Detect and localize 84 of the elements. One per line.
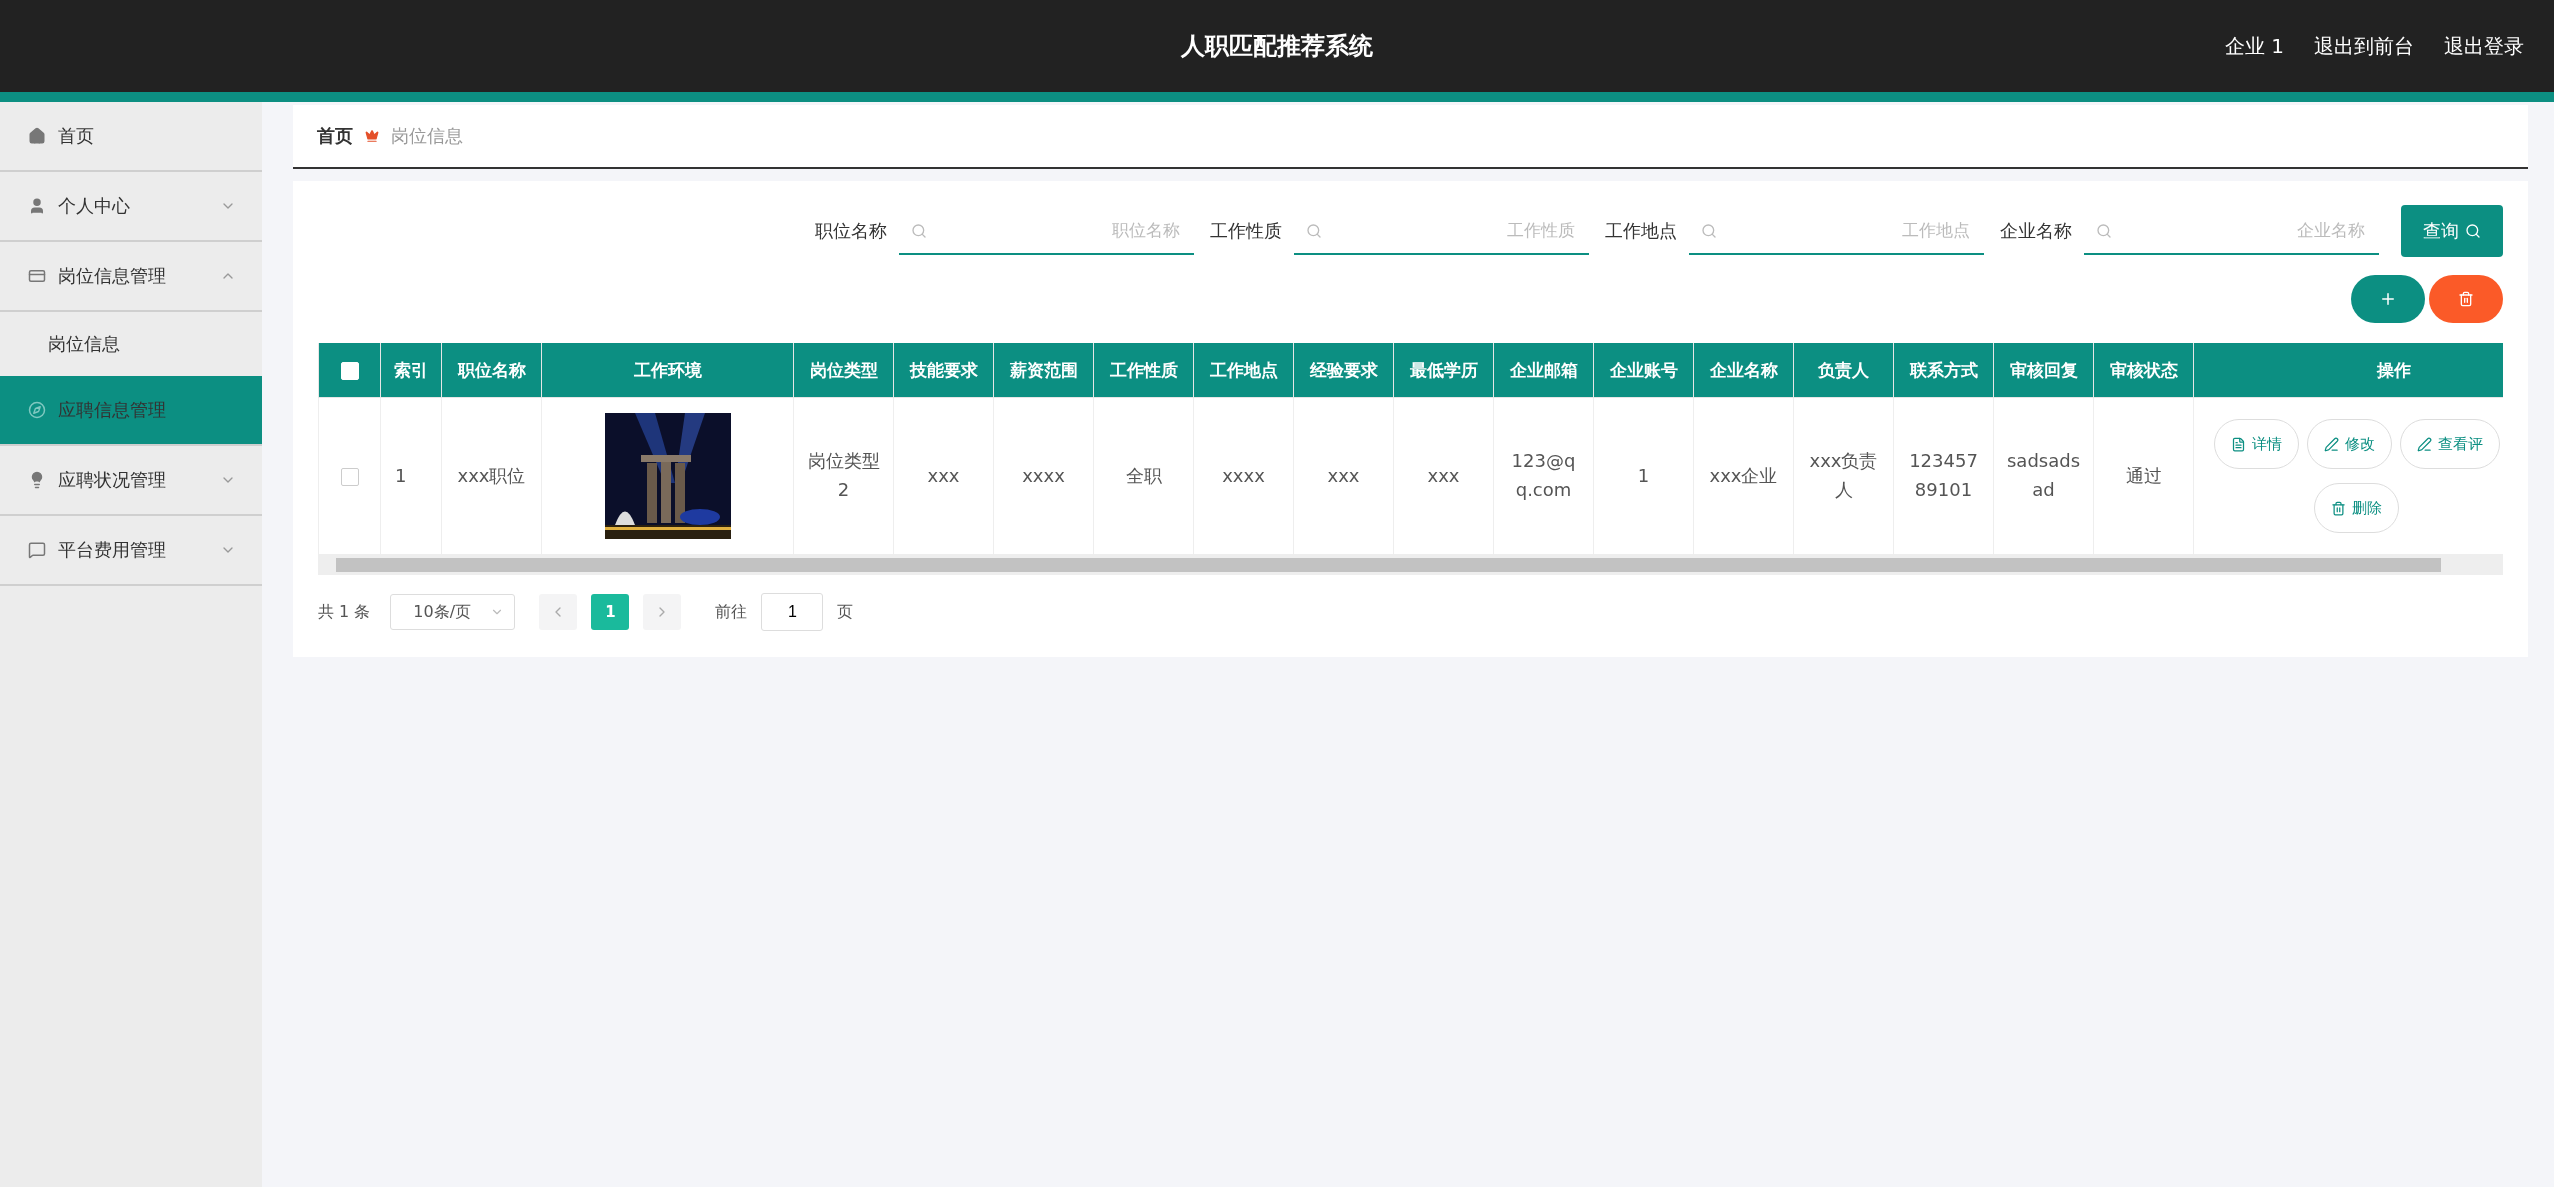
table-cell: xxx企业: [1693, 397, 1794, 555]
review-button[interactable]: 查看评: [2400, 419, 2500, 469]
field-label: 工作地点: [1605, 219, 1677, 243]
prev-page-button[interactable]: [539, 594, 578, 630]
column-header: 索引: [380, 343, 442, 398]
pen-icon: [2324, 436, 2339, 452]
column-header: 企业名称: [1693, 343, 1794, 398]
next-page-button[interactable]: [643, 594, 682, 630]
table-cell: 1: [380, 397, 442, 555]
search-icon: [2465, 223, 2481, 239]
app-title: 人职匹配推荐系统: [1181, 31, 1373, 62]
field-label: 工作性质: [1210, 219, 1282, 243]
table-cell: 12345789101: [1893, 397, 1994, 555]
sidebar-item[interactable]: 个人中心: [0, 172, 262, 242]
breadcrumb-current: 岗位信息: [391, 124, 463, 148]
page-size-select[interactable]: 10条/页: [390, 594, 516, 630]
plus-icon: [2379, 290, 2397, 308]
goto-label: 前往: [715, 601, 748, 623]
pen-icon: [2417, 436, 2432, 452]
column-header: 负责人: [1793, 343, 1894, 398]
home-icon: [28, 127, 46, 145]
column-header: 经验要求: [1293, 343, 1394, 398]
table-cell: xxx: [1393, 397, 1494, 555]
sidebar-item[interactable]: 首页: [0, 102, 262, 172]
trash-icon: [2458, 291, 2474, 307]
breadcrumb-link[interactable]: 首页: [317, 124, 353, 148]
table-cell: xxx: [893, 397, 994, 555]
goto-page-field[interactable]: 1: [761, 593, 824, 631]
search-icon: [911, 223, 927, 239]
column-header: 工作环境: [541, 343, 794, 398]
column-header: 职位名称: [441, 343, 542, 398]
field-label: 企业名称: [2000, 219, 2072, 243]
delete-row-button[interactable]: 删除: [2314, 483, 2399, 533]
table-cell: 1: [1593, 397, 1694, 555]
edit-button[interactable]: 修改: [2307, 419, 2392, 469]
column-header: 审核回复: [1993, 343, 2094, 398]
select-all-checkbox[interactable]: [340, 362, 359, 380]
row-checkbox[interactable]: [340, 467, 359, 486]
column-header: 企业邮箱: [1493, 343, 1594, 398]
column-header: 审核状态: [2093, 343, 2194, 398]
header-link[interactable]: 企业 1: [2224, 32, 2284, 60]
page-unit: 页: [837, 601, 854, 623]
column-header: 工作地点: [1193, 343, 1294, 398]
card-icon: [28, 267, 46, 285]
table-cell: 通过: [2093, 397, 2194, 555]
table-cell: 全职: [1093, 397, 1194, 555]
sidebar-item[interactable]: 岗位信息管理: [0, 242, 262, 312]
column-header: 操作: [2193, 343, 2503, 398]
sidebar-item[interactable]: 平台费用管理: [0, 516, 262, 586]
compass-icon: [28, 401, 46, 419]
field-label: 职位名称: [815, 219, 887, 243]
table-cell: xxxx: [1193, 397, 1294, 555]
column-header: 企业账号: [1593, 343, 1694, 398]
horizontal-scrollbar[interactable]: [318, 555, 2503, 575]
delete-button[interactable]: [2429, 275, 2503, 323]
column-header: 联系方式: [1893, 343, 1994, 398]
trash-icon: [2331, 500, 2346, 516]
table-cell: sadsadsad: [1993, 397, 2094, 555]
column-header: 岗位类型: [793, 343, 894, 398]
search-icon: [2096, 223, 2112, 239]
table-cell: xxx: [1293, 397, 1394, 555]
sidebar-item[interactable]: 应聘状况管理: [0, 446, 262, 516]
user-icon: [28, 197, 46, 215]
table-cell: 123@qq.com: [1493, 397, 1594, 555]
header-link[interactable]: 退出登录: [2444, 32, 2524, 60]
table-cell: xxxx: [993, 397, 1094, 555]
column-header: 薪资范围: [993, 343, 1094, 398]
column-header: 最低学历: [1393, 343, 1494, 398]
table-cell: 岗位类型2: [793, 397, 894, 555]
column-header: 技能要求: [893, 343, 994, 398]
crown-icon: [365, 129, 379, 143]
table-cell: xxx职位: [441, 397, 542, 555]
details-button[interactable]: 详情: [2214, 419, 2299, 469]
query-button[interactable]: 查询: [2401, 205, 2503, 257]
header-link[interactable]: 退出到前台: [2314, 32, 2414, 60]
table-cell: xxx负责人: [1793, 397, 1894, 555]
column-header: 工作性质: [1093, 343, 1194, 398]
add-button[interactable]: [2351, 275, 2425, 323]
document-icon: [2231, 436, 2246, 452]
sidebar-subitem[interactable]: 岗位信息: [0, 312, 262, 376]
search-icon: [1701, 223, 1717, 239]
total-count: 共 1 条: [318, 601, 371, 623]
chat-icon: [28, 541, 46, 559]
search-icon: [1306, 223, 1322, 239]
